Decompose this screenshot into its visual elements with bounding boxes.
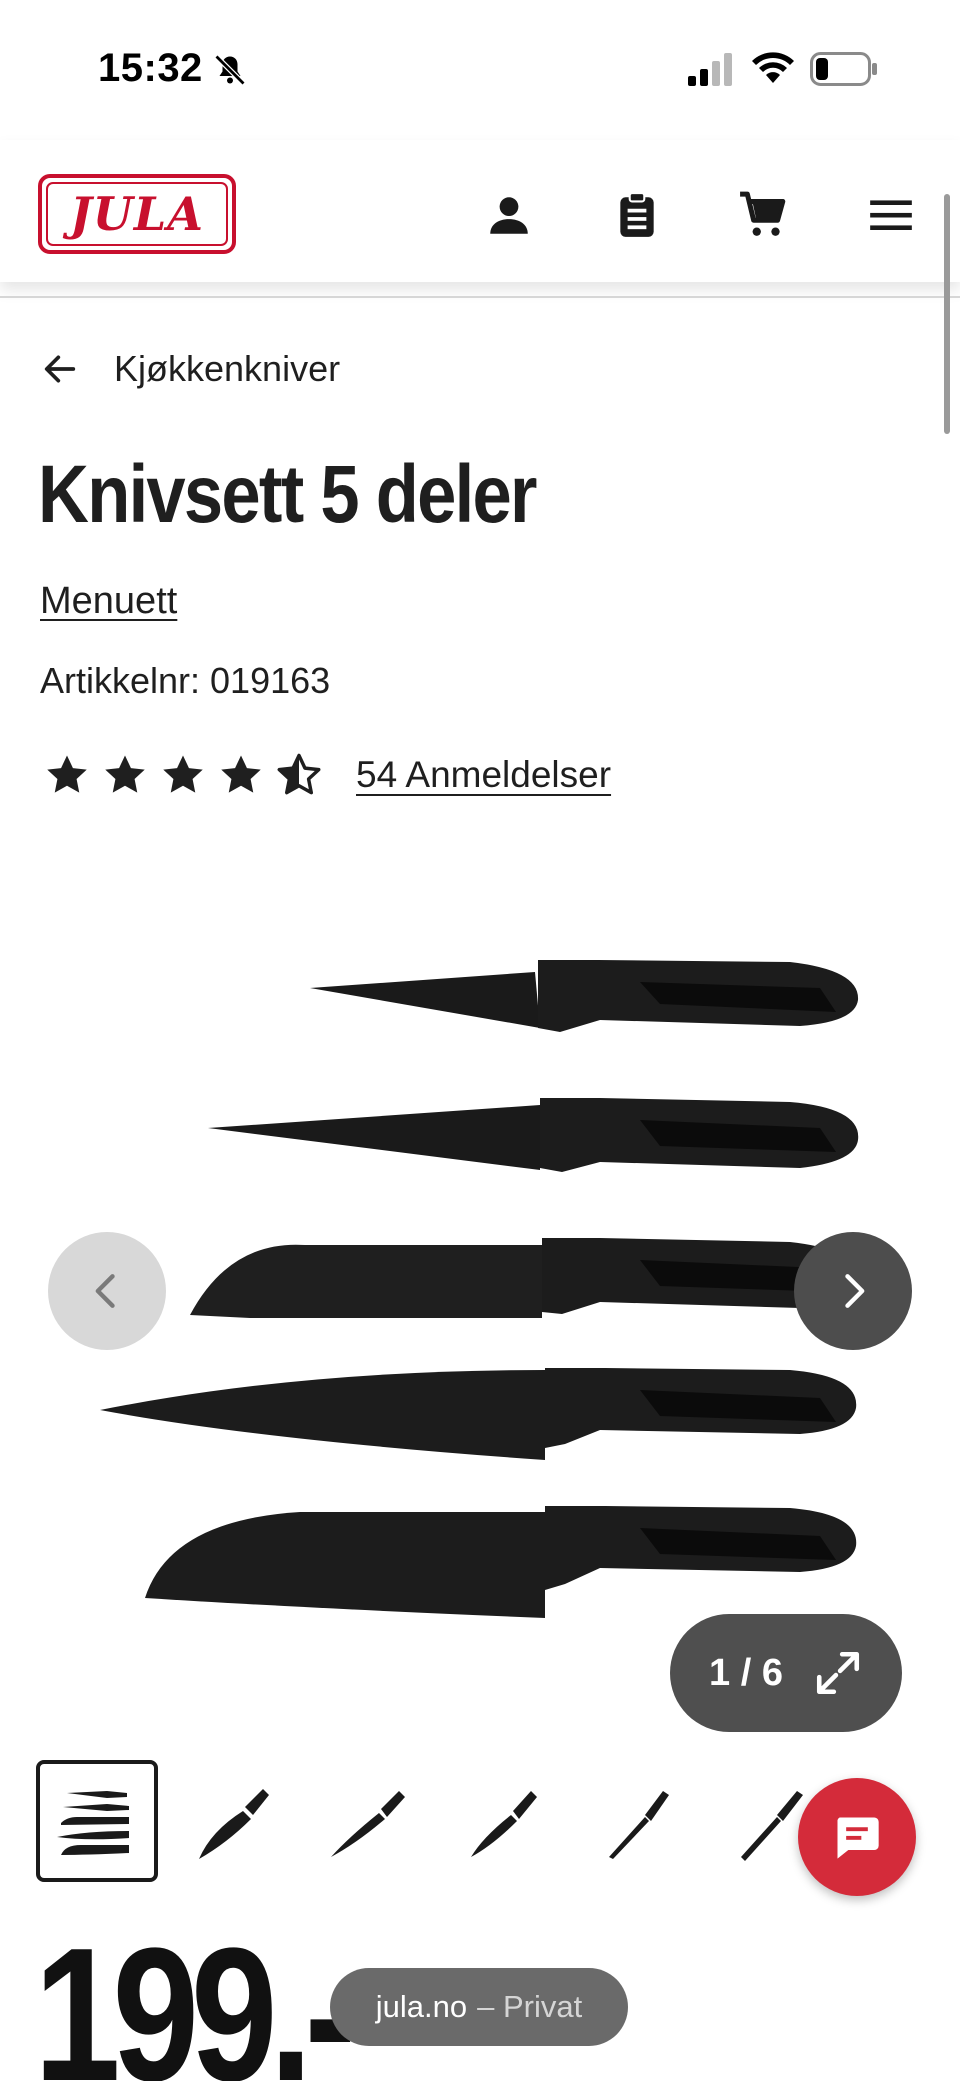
- url-domain: jula.no: [375, 1989, 468, 2024]
- cart-icon[interactable]: [738, 190, 788, 240]
- thumbnail-3[interactable]: [304, 1760, 426, 1882]
- page-scrollbar[interactable]: [944, 194, 950, 434]
- shopping-list-icon[interactable]: [612, 190, 662, 240]
- thumbnail-1[interactable]: [36, 1760, 158, 1882]
- status-time: 15:32: [98, 46, 203, 90]
- knife-thumbnail: [471, 1791, 537, 1857]
- reviews-link[interactable]: 54 Anmeldelser: [356, 754, 611, 796]
- jula-logo[interactable]: JULA: [38, 174, 236, 254]
- star-half-icon: [277, 753, 321, 795]
- knife-thumbnail: [331, 1791, 405, 1857]
- product-price: 199.-: [34, 1909, 356, 2081]
- chevron-left-icon: [95, 1274, 115, 1308]
- gallery-counter: 1 / 6: [709, 1651, 783, 1694]
- brand-link[interactable]: Menuett: [40, 580, 177, 623]
- breadcrumb[interactable]: Kjøkkenkniver: [40, 344, 340, 394]
- product-gallery[interactable]: 1 / 6: [0, 900, 960, 1732]
- url-mode: – Privat: [477, 1989, 583, 2024]
- battery-icon: [810, 52, 877, 86]
- page-title: Knivsett 5 deler: [38, 449, 537, 540]
- breadcrumb-label[interactable]: Kjøkkenkniver: [114, 348, 340, 390]
- star-full-icon: [47, 755, 87, 793]
- chat-icon: [837, 1817, 879, 1859]
- knife-thumbnail: [199, 1789, 269, 1859]
- gallery-next-button[interactable]: [794, 1232, 912, 1350]
- gallery-prev-button[interactable]: [48, 1232, 166, 1350]
- expand-icon: [816, 1651, 860, 1695]
- logo-text: JULA: [70, 187, 204, 241]
- thumbnail-5[interactable]: [572, 1760, 694, 1882]
- cellular-signal-icon: [688, 53, 732, 86]
- star-full-icon: [221, 755, 261, 793]
- header-divider: [0, 296, 960, 298]
- knife-set-thumbnail: [57, 1791, 129, 1855]
- star-full-icon: [163, 755, 203, 793]
- arrow-left-icon[interactable]: [40, 349, 80, 389]
- site-header: JULA: [0, 140, 960, 282]
- wifi-icon: [752, 52, 794, 83]
- browser-address-pill[interactable]: jula.no – Privat: [330, 1968, 628, 2046]
- chevron-right-icon: [845, 1274, 865, 1308]
- star-full-icon: [105, 755, 145, 793]
- gallery-counter-button[interactable]: 1 / 6: [670, 1614, 902, 1732]
- rating-row[interactable]: 54 Anmeldelser: [44, 752, 611, 798]
- thumbnail-2[interactable]: [170, 1760, 292, 1882]
- thumbnail-4[interactable]: [438, 1760, 560, 1882]
- article-number: Artikkelnr: 019163: [40, 660, 331, 701]
- chat-button[interactable]: [798, 1778, 916, 1896]
- status-bar: 15:32: [0, 0, 960, 140]
- menu-icon[interactable]: [866, 190, 916, 240]
- knife-thumbnail: [609, 1791, 669, 1859]
- bell-muted-icon: [214, 54, 246, 86]
- account-icon[interactable]: [484, 190, 534, 240]
